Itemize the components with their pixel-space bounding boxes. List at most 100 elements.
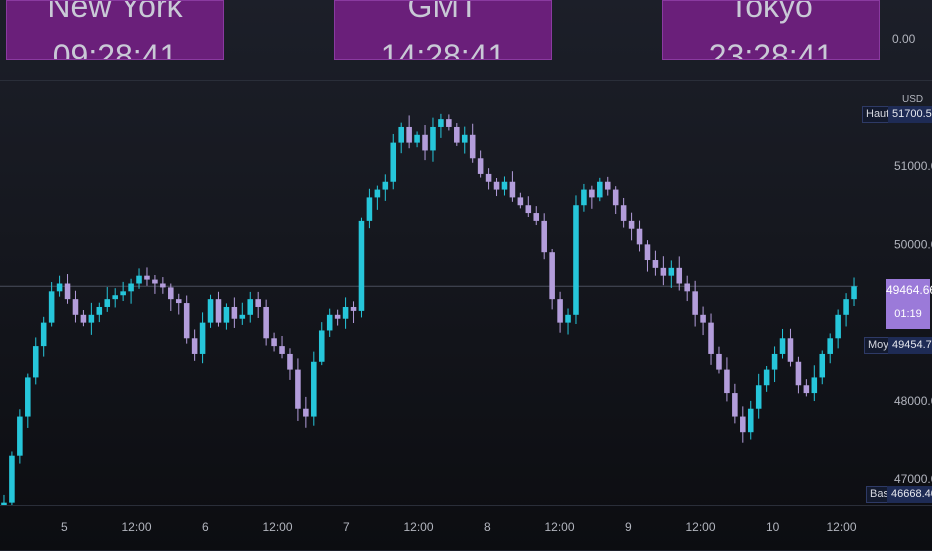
time-axis[interactable]: 5 12:00 6 12:00 7 12:00 8 12:00 9 12:00 10 12:00	[0, 505, 932, 551]
candle-body	[112, 295, 118, 300]
candle-body	[501, 181, 508, 190]
candle-body	[469, 134, 476, 159]
candle-body	[56, 283, 63, 292]
candle-body	[183, 303, 190, 339]
candle-body	[525, 205, 532, 214]
candle-body	[454, 126, 460, 143]
candle-body	[597, 181, 603, 198]
candle-body	[684, 283, 690, 292]
candle-body	[120, 291, 126, 296]
candle-body	[17, 416, 23, 456]
average-tag-value: 49454.74	[888, 337, 932, 354]
x-tick-label: 9	[625, 520, 632, 534]
candle-body	[581, 189, 587, 206]
candle-body	[231, 306, 238, 319]
candle-body	[414, 134, 420, 143]
candle-body	[271, 338, 277, 347]
candle-body	[446, 119, 452, 127]
x-tick-label: 5	[61, 520, 68, 534]
candle-body	[40, 322, 47, 347]
price-chart[interactable]: 51000.00 50000.00 48000.00 47000.00	[0, 80, 932, 505]
bar-countdown: 01:19	[894, 308, 922, 320]
candle-body	[223, 306, 230, 323]
candle-body	[374, 189, 381, 198]
candle-body	[255, 299, 261, 307]
x-tick-label: 12:00	[826, 520, 857, 534]
candle-body	[541, 220, 547, 253]
clock-time: 14:28:41	[380, 38, 506, 60]
clock-new-york: New York 09:28:41	[6, 0, 224, 60]
candle-body	[303, 408, 309, 417]
candle-body	[295, 369, 301, 409]
candle-body	[819, 353, 826, 378]
candle-body	[787, 338, 794, 362]
x-tick-label: 8	[484, 520, 491, 534]
candle-body	[724, 369, 730, 394]
candle-body	[88, 314, 95, 323]
candle-body	[716, 353, 722, 370]
candle-body	[215, 299, 222, 323]
candle-body	[851, 286, 857, 300]
candle-body	[136, 275, 142, 284]
candle-body	[72, 299, 79, 315]
last-price-badge: 49464.66 01:19	[886, 279, 932, 329]
candle-body	[549, 252, 555, 300]
clock-city: GMT	[407, 0, 479, 24]
candle-body	[700, 314, 706, 323]
candle-body	[612, 189, 619, 206]
y-tick-label: 47000.00	[894, 472, 932, 486]
candle-body	[422, 134, 428, 151]
candle-body	[652, 260, 659, 268]
candle-body	[755, 385, 762, 409]
candle-body	[318, 330, 325, 362]
candle-body	[80, 314, 87, 323]
candle-body	[168, 287, 174, 300]
candle-body	[406, 126, 412, 143]
candle-body	[438, 119, 444, 127]
candle-body	[104, 299, 111, 307]
candle-body	[64, 283, 71, 300]
candle-body	[628, 220, 635, 229]
candle-body	[644, 244, 651, 261]
candle-body	[779, 338, 786, 354]
candle-body	[827, 338, 833, 354]
x-tick-label: 12:00	[544, 520, 575, 534]
y-tick-label: 50000.00	[894, 237, 932, 251]
candle-body	[263, 306, 269, 339]
candle-body	[350, 306, 357, 311]
candle-body	[9, 455, 15, 503]
candle-body	[604, 181, 611, 190]
x-tick-label: 12:00	[262, 520, 293, 534]
candle-body	[342, 306, 349, 319]
candle-body	[708, 322, 714, 354]
candle-body	[660, 267, 667, 276]
candle-body	[477, 158, 484, 174]
candle-body	[358, 220, 365, 311]
x-tick-label: 7	[343, 520, 350, 534]
candle-body	[589, 189, 595, 198]
candle-body	[620, 205, 627, 221]
candle-body	[676, 267, 683, 284]
candle-body	[366, 197, 373, 221]
candle-body	[747, 408, 754, 433]
candle-body	[239, 314, 246, 319]
candle-body	[32, 346, 39, 378]
clock-time: 23:28:41	[708, 38, 834, 60]
candle-body	[287, 353, 293, 370]
x-tick-label: 12:00	[403, 520, 434, 534]
candle-body	[175, 299, 182, 304]
candle-body	[732, 393, 738, 417]
candle-body	[533, 213, 540, 221]
candle-body	[573, 205, 579, 315]
candle-body	[311, 361, 317, 417]
currency-label: USD	[902, 94, 924, 105]
high-tag-value: 51700.59	[888, 106, 932, 123]
y-tick-label: 48000.00	[894, 394, 932, 408]
candle-body	[207, 299, 214, 323]
candle-body	[835, 314, 841, 339]
x-tick-label: 6	[202, 520, 209, 534]
candle-body	[740, 416, 746, 433]
candle-body	[461, 134, 468, 143]
candle-body	[517, 197, 524, 206]
candle-body	[152, 279, 158, 284]
